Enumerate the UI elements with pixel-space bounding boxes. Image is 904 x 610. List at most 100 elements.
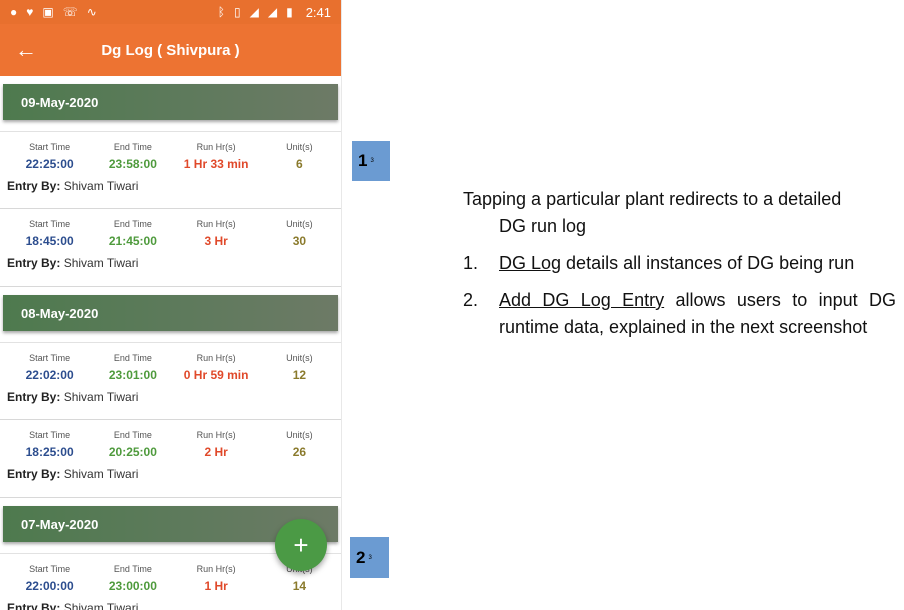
- callout-marker-1: 13: [352, 141, 390, 181]
- dg-log-link-text: DG Log: [499, 253, 562, 273]
- annotation-intro: Tapping a particular plant redirects to …: [463, 189, 842, 209]
- end-time-label: End Time: [113, 219, 152, 229]
- image-icon: ▣: [42, 5, 54, 19]
- end-time-value: 21:45:00: [108, 234, 157, 248]
- start-time-column: Start Time 18:25:00: [8, 430, 91, 459]
- start-time-column: Start Time 22:02:00: [8, 353, 91, 382]
- run-hours-column: Run Hr(s) 1 Hr 33 min: [175, 142, 258, 171]
- entry-by-label: Entry By:: [7, 256, 61, 270]
- add-dg-log-entry-button[interactable]: +: [275, 519, 327, 571]
- end-time-label: End Time: [113, 430, 152, 440]
- end-time-value: 20:25:00: [108, 445, 157, 459]
- entry-by-label: Entry By:: [7, 390, 61, 404]
- run-hours-column: Run Hr(s) 1 Hr: [175, 564, 258, 593]
- units-value: 12: [292, 368, 307, 382]
- entry-columns: Start Time 18:25:00 End Time 20:25:00 Run Hr…: [0, 430, 341, 459]
- start-time-value: 22:25:00: [25, 157, 74, 171]
- entry-by-name: Shivam Tiwari: [63, 256, 139, 270]
- start-time-label: Start Time: [29, 219, 71, 229]
- start-time-value: 18:45:00: [25, 234, 74, 248]
- date-header: 08-May-2020: [3, 295, 338, 331]
- end-time-label: End Time: [113, 564, 152, 574]
- run-hours-value: 0 Hr 59 min: [183, 368, 249, 382]
- start-time-label: Start Time: [29, 142, 71, 152]
- entry-by: Entry By: Shivam Tiwari: [0, 390, 341, 404]
- app-bar: ← Dg Log ( Shivpura ): [0, 24, 341, 76]
- phone-screen: ● ♥ ▣ ☏ ∿ ᛒ ▯ ◢ ◢ ▮ 2:41 ← Dg Log ( Shiv…: [0, 0, 342, 610]
- heart-icon: ♥: [26, 5, 34, 19]
- run-hours-value: 1 Hr 33 min: [183, 157, 249, 171]
- spotify-icon: ●: [10, 5, 18, 19]
- units-column: Unit(s) 12: [258, 353, 341, 382]
- end-time-column: End Time 21:45:00: [91, 219, 174, 248]
- entry-by-name: Shivam Tiwari: [63, 179, 139, 193]
- log-entry[interactable]: Start Time 22:25:00 End Time 23:58:00 Run Hr…: [0, 131, 341, 209]
- start-time-column: Start Time 22:25:00: [8, 142, 91, 171]
- log-entry[interactable]: Start Time 22:02:00 End Time 23:01:00 Run Hr…: [0, 342, 341, 420]
- entry-columns: Start Time 22:25:00 End Time 23:58:00 Run Hr…: [0, 142, 341, 171]
- start-time-label: Start Time: [29, 564, 71, 574]
- entry-by: Entry By: Shivam Tiwari: [0, 601, 341, 610]
- activity-icon: ∿: [86, 5, 97, 19]
- end-time-column: End Time 23:58:00: [91, 142, 174, 171]
- status-bar: ● ♥ ▣ ☏ ∿ ᛒ ▯ ◢ ◢ ▮ 2:41: [0, 0, 341, 24]
- signal-icon: ◢: [249, 5, 259, 19]
- entry-columns: Start Time 22:02:00 End Time 23:01:00 Run Hr…: [0, 353, 341, 382]
- entry-columns: Start Time 18:45:00 End Time 21:45:00 Run Hr…: [0, 219, 341, 248]
- arrow-left-icon: ←: [15, 37, 37, 62]
- run-hours-label: Run Hr(s): [196, 142, 236, 152]
- bluetooth-icon: ᛒ: [217, 5, 225, 19]
- phone-icon: ☏: [62, 5, 78, 19]
- units-label: Unit(s): [286, 219, 313, 229]
- units-value: 26: [292, 445, 307, 459]
- entry-by-name: Shivam Tiwari: [63, 601, 139, 610]
- run-hours-label: Run Hr(s): [196, 353, 236, 363]
- end-time-column: End Time 23:00:00: [91, 564, 174, 593]
- battery-icon: ▮: [286, 5, 293, 19]
- end-time-column: End Time 20:25:00: [91, 430, 174, 459]
- entry-by-label: Entry By:: [7, 467, 61, 481]
- end-time-value: 23:00:00: [108, 579, 157, 593]
- entry-by-label: Entry By:: [7, 601, 61, 610]
- status-time: 2:41: [305, 4, 331, 20]
- annotation-item-2: 2. Add DG Log Entry allows users to inpu…: [463, 290, 896, 337]
- entry-by-name: Shivam Tiwari: [63, 390, 139, 404]
- plus-icon: +: [293, 529, 309, 560]
- annotation-item-1: 1. DG Log details all instances of DG be…: [463, 253, 855, 273]
- annotation-list: 1. DG Log details all instances of DG be…: [463, 250, 896, 341]
- date-header: 09-May-2020: [3, 84, 338, 120]
- run-hours-value: 2 Hr: [204, 445, 228, 459]
- log-entry[interactable]: Start Time 18:25:00 End Time 20:25:00 Run Hr…: [0, 420, 341, 498]
- start-time-value: 18:25:00: [25, 445, 74, 459]
- back-button[interactable]: ←: [0, 24, 52, 76]
- start-time-label: Start Time: [29, 430, 71, 440]
- start-time-value: 22:00:00: [25, 579, 74, 593]
- end-time-value: 23:58:00: [108, 157, 157, 171]
- run-hours-label: Run Hr(s): [196, 430, 236, 440]
- entry-by: Entry By: Shivam Tiwari: [0, 467, 341, 481]
- entry-by: Entry By: Shivam Tiwari: [0, 256, 341, 270]
- start-time-value: 22:02:00: [25, 368, 74, 382]
- end-time-column: End Time 23:01:00: [91, 353, 174, 382]
- entry-by-label: Entry By:: [7, 179, 61, 193]
- units-label: Unit(s): [286, 430, 313, 440]
- end-time-value: 23:01:00: [108, 368, 157, 382]
- run-hours-label: Run Hr(s): [196, 219, 236, 229]
- screenshot-canvas: ● ♥ ▣ ☏ ∿ ᛒ ▯ ◢ ◢ ▮ 2:41 ← Dg Log ( Shiv…: [0, 0, 904, 610]
- start-time-column: Start Time 18:45:00: [8, 219, 91, 248]
- run-hours-column: Run Hr(s) 3 Hr: [175, 219, 258, 248]
- run-hours-column: Run Hr(s) 0 Hr 59 min: [175, 353, 258, 382]
- start-time-label: Start Time: [29, 353, 71, 363]
- units-column: Unit(s) 26: [258, 430, 341, 459]
- entry-by-name: Shivam Tiwari: [63, 467, 139, 481]
- units-value: 14: [292, 579, 307, 593]
- vibrate-icon: ▯: [234, 5, 241, 19]
- end-time-label: End Time: [113, 353, 152, 363]
- units-column: Unit(s) 6: [258, 142, 341, 171]
- log-entry[interactable]: Start Time 18:45:00 End Time 21:45:00 Run Hr…: [0, 209, 341, 287]
- units-label: Unit(s): [286, 142, 313, 152]
- entry-by: Entry By: Shivam Tiwari: [0, 179, 341, 193]
- end-time-label: End Time: [113, 142, 152, 152]
- run-hours-column: Run Hr(s) 2 Hr: [175, 430, 258, 459]
- units-value: 30: [292, 234, 307, 248]
